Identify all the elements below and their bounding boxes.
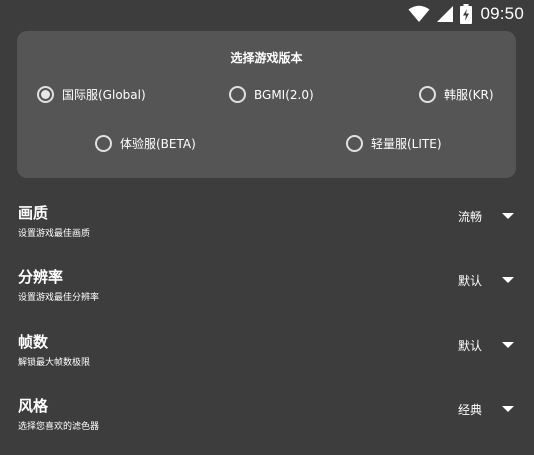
- game-version-title: 选择游戏版本: [230, 51, 303, 65]
- radio-button-icon[interactable]: [419, 86, 436, 103]
- radio-option-global[interactable]: 国际服(Global): [37, 86, 146, 103]
- radio-button-icon[interactable]: [95, 135, 112, 152]
- battery-charging-icon: [460, 4, 473, 24]
- dropdown-value: 流畅: [458, 209, 483, 224]
- setting-title: 画质: [18, 204, 49, 222]
- dropdown-value: 默认: [458, 273, 483, 288]
- game-version-card: 选择游戏版本 国际服(Global) BGMI(2.0) 韩服(KR) 体验服(…: [17, 31, 516, 178]
- radio-option-bgmi[interactable]: BGMI(2.0): [229, 86, 314, 103]
- radio-option-label: 韩服(KR): [444, 88, 494, 102]
- dropdown-arrow-icon[interactable]: [502, 213, 514, 219]
- dropdown-value: 经典: [458, 402, 483, 417]
- setting-description: 设置游戏最佳画质: [18, 229, 91, 239]
- radio-option-label: 国际服(Global): [62, 88, 146, 102]
- dropdown-arrow-icon[interactable]: [502, 342, 514, 348]
- radio-option-lite[interactable]: 轻量服(LITE): [346, 135, 442, 152]
- status-bar: 09:50: [0, 0, 534, 28]
- dropdown-value: 默认: [458, 338, 483, 353]
- dropdown-arrow-icon[interactable]: [502, 277, 514, 283]
- setting-description: 设置游戏最佳分辨率: [18, 293, 100, 303]
- status-clock: 09:50: [480, 4, 524, 23]
- setting-row-framerate: 帧数 解锁最大帧数极限 默认: [0, 331, 534, 391]
- radio-option-label: 体验服(BETA): [120, 137, 196, 151]
- setting-title: 帧数: [18, 333, 49, 351]
- wifi-icon: [408, 5, 430, 23]
- graphics-dropdown[interactable]: 流畅: [450, 205, 520, 227]
- status-icons: 09:50: [408, 3, 524, 25]
- radio-option-label: BGMI(2.0): [254, 87, 314, 102]
- radio-option-label: 轻量服(LITE): [371, 137, 442, 151]
- setting-description: 选择您喜欢的滤色器: [18, 422, 100, 432]
- setting-description: 解锁最大帧数极限: [18, 358, 91, 368]
- dropdown-arrow-icon[interactable]: [502, 406, 514, 412]
- radio-button-icon[interactable]: [346, 135, 363, 152]
- setting-row-graphics: 画质 设置游戏最佳画质 流畅: [0, 202, 534, 262]
- setting-title: 风格: [18, 397, 49, 415]
- signal-icon: [436, 5, 454, 23]
- setting-row-resolution: 分辨率 设置游戏最佳分辨率 默认: [0, 266, 534, 326]
- resolution-dropdown[interactable]: 默认: [450, 269, 520, 291]
- setting-title: 分辨率: [18, 268, 64, 286]
- radio-option-beta[interactable]: 体验服(BETA): [95, 135, 196, 152]
- radio-button-icon[interactable]: [229, 86, 246, 103]
- setting-row-style: 风格 选择您喜欢的滤色器 经典: [0, 395, 534, 455]
- radio-option-kr[interactable]: 韩服(KR): [419, 86, 494, 103]
- radio-button-icon[interactable]: [37, 86, 54, 103]
- framerate-dropdown[interactable]: 默认: [450, 334, 520, 356]
- style-dropdown[interactable]: 经典: [450, 398, 520, 420]
